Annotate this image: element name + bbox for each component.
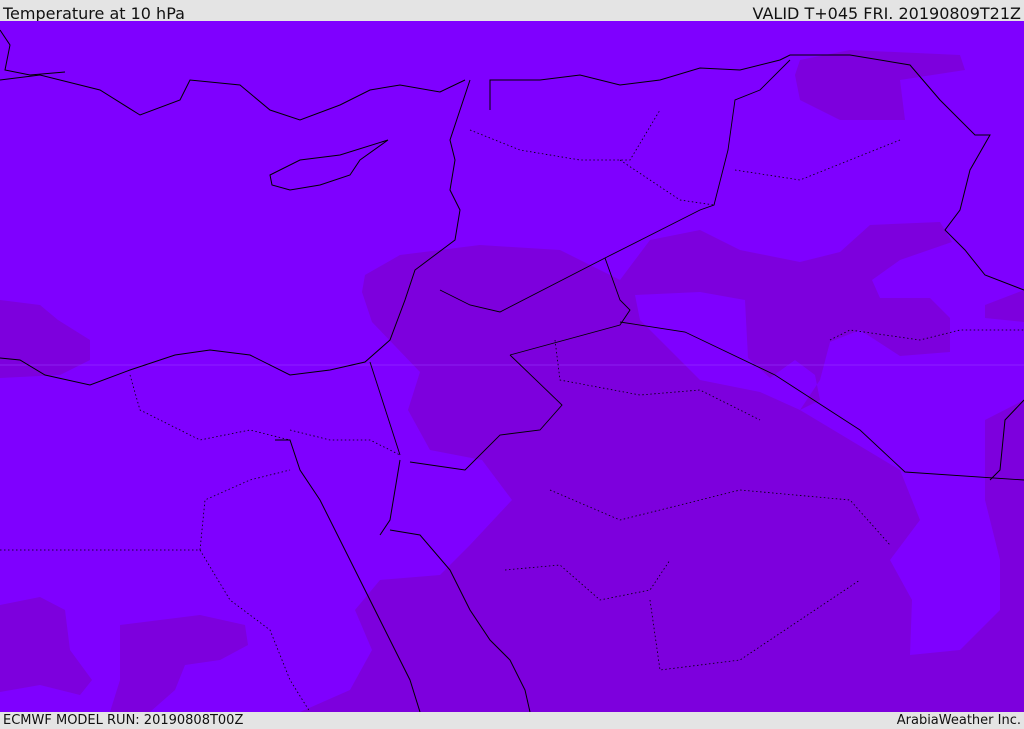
temperature-map [0,21,1024,712]
model-run: ECMWF MODEL RUN: 20190808T00Z [3,713,244,728]
footer-bar: ECMWF MODEL RUN: 20190808T00Z ArabiaWeat… [0,712,1024,729]
credit: ArabiaWeather Inc. [896,713,1021,728]
header-bar: Temperature at 10 hPa VALID T+045 FRI. 2… [0,0,1024,23]
